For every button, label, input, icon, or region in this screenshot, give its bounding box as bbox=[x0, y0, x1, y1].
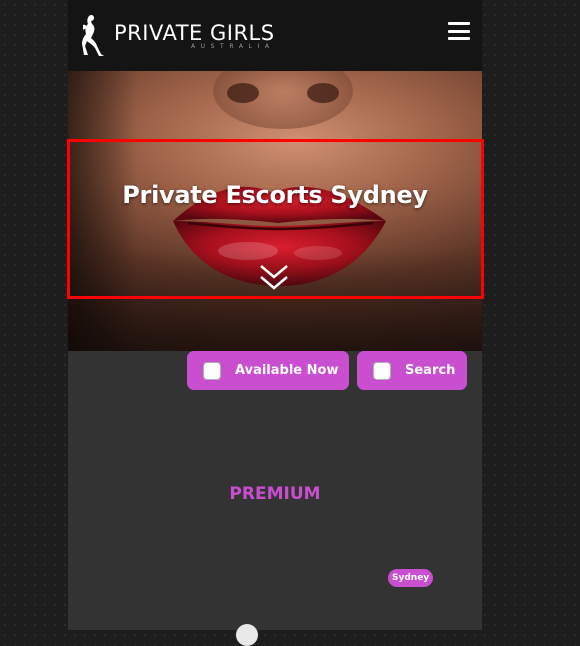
section-heading-premium: PREMIUM bbox=[229, 484, 321, 504]
listing-avatar[interactable] bbox=[236, 624, 258, 646]
location-tag[interactable]: Sydney bbox=[388, 569, 434, 587]
available-now-checkbox[interactable] bbox=[203, 361, 221, 380]
available-now-button[interactable]: Available Now bbox=[187, 351, 349, 390]
hamburger-menu-icon[interactable] bbox=[448, 22, 470, 40]
site-logo[interactable]: PRIVATE GIRLS AUSTRALIA bbox=[80, 14, 275, 58]
brand-name: PRIVATE GIRLS bbox=[114, 21, 275, 45]
hero-banner: Private Escorts Sydney bbox=[68, 71, 482, 351]
search-button[interactable]: Search bbox=[357, 351, 467, 390]
brand-subtitle: AUSTRALIA bbox=[190, 43, 275, 50]
search-label: Search bbox=[405, 363, 456, 378]
available-now-label: Available Now bbox=[235, 363, 339, 378]
double-chevron-down-icon[interactable] bbox=[258, 263, 290, 293]
search-checkbox[interactable] bbox=[373, 361, 391, 380]
page-container: PRIVATE GIRLS AUSTRALIA Private Escorts … bbox=[68, 0, 482, 630]
page-title: Private Escorts Sydney bbox=[122, 181, 428, 209]
site-header: PRIVATE GIRLS AUSTRALIA bbox=[68, 0, 482, 71]
woman-silhouette-icon bbox=[82, 14, 104, 57]
